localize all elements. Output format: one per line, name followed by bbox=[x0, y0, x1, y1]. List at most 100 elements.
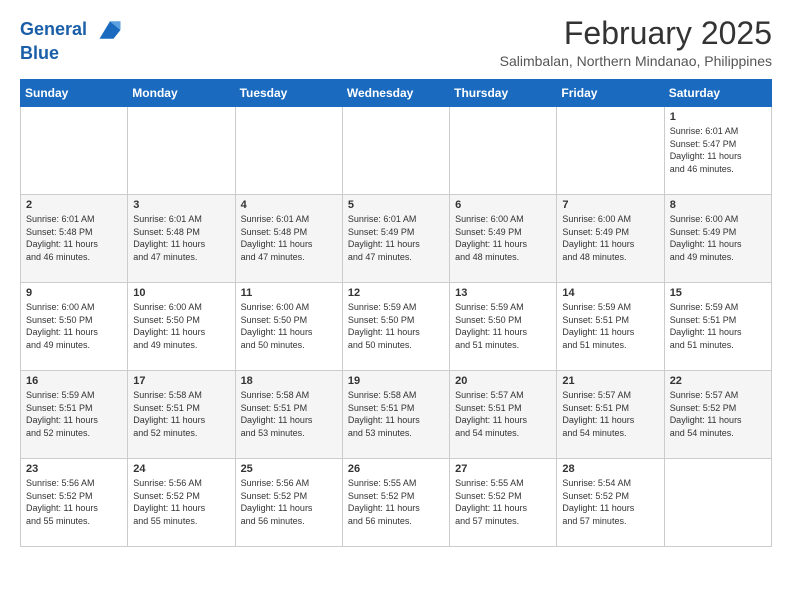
day-number: 18 bbox=[241, 375, 337, 387]
day-number: 3 bbox=[133, 199, 229, 211]
week-row-2: 2 Sunrise: 6:01 AMSunset: 5:48 PMDaylight… bbox=[21, 195, 772, 283]
day-info: Sunrise: 5:56 AMSunset: 5:52 PMDaylight:… bbox=[241, 477, 337, 527]
day-info: Sunrise: 5:55 AMSunset: 5:52 PMDaylight:… bbox=[348, 477, 444, 527]
day-info: Sunrise: 6:00 AMSunset: 5:49 PMDaylight:… bbox=[670, 213, 766, 263]
day-cell: 1 Sunrise: 6:01 AMSunset: 5:47 PMDaylight… bbox=[664, 107, 771, 195]
day-cell: 17 Sunrise: 5:58 AMSunset: 5:51 PMDayligh… bbox=[128, 371, 235, 459]
day-info: Sunrise: 5:59 AMSunset: 5:50 PMDaylight:… bbox=[348, 301, 444, 351]
day-cell bbox=[557, 107, 664, 195]
day-number: 21 bbox=[562, 375, 658, 387]
day-info: Sunrise: 5:59 AMSunset: 5:51 PMDaylight:… bbox=[562, 301, 658, 351]
col-header-sunday: Sunday bbox=[21, 80, 128, 107]
day-info: Sunrise: 6:01 AMSunset: 5:47 PMDaylight:… bbox=[670, 125, 766, 175]
day-cell bbox=[21, 107, 128, 195]
day-cell: 21 Sunrise: 5:57 AMSunset: 5:51 PMDayligh… bbox=[557, 371, 664, 459]
logo-general: General bbox=[20, 19, 87, 39]
day-number: 13 bbox=[455, 287, 551, 299]
day-number: 2 bbox=[26, 199, 122, 211]
location: Salimbalan, Northern Mindanao, Philippin… bbox=[500, 53, 772, 69]
day-cell: 23Sunrise: 5:56 AMSunset: 5:52 PMDayligh… bbox=[21, 459, 128, 547]
day-cell: 24 Sunrise: 5:56 AMSunset: 5:52 PMDayligh… bbox=[128, 459, 235, 547]
day-info: Sunrise: 5:56 AMSunset: 5:52 PMDaylight:… bbox=[133, 477, 229, 527]
day-info: Sunrise: 6:00 AMSunset: 5:50 PMDaylight:… bbox=[133, 301, 229, 351]
day-number: 26 bbox=[348, 463, 444, 475]
day-info: Sunrise: 6:00 AMSunset: 5:49 PMDaylight:… bbox=[455, 213, 551, 263]
day-info: Sunrise: 5:56 AMSunset: 5:52 PMDaylight:… bbox=[26, 477, 122, 527]
logo: General Blue bbox=[20, 16, 124, 64]
day-number: 7 bbox=[562, 199, 658, 211]
day-number: 24 bbox=[133, 463, 229, 475]
day-info: Sunrise: 6:00 AMSunset: 5:50 PMDaylight:… bbox=[26, 301, 122, 351]
day-number: 6 bbox=[455, 199, 551, 211]
day-info: Sunrise: 5:54 AMSunset: 5:52 PMDaylight:… bbox=[562, 477, 658, 527]
calendar-header-row: SundayMondayTuesdayWednesdayThursdayFrid… bbox=[21, 80, 772, 107]
day-cell: 11Sunrise: 6:00 AMSunset: 5:50 PMDayligh… bbox=[235, 283, 342, 371]
day-cell: 20Sunrise: 5:57 AMSunset: 5:51 PMDayligh… bbox=[450, 371, 557, 459]
week-row-5: 23Sunrise: 5:56 AMSunset: 5:52 PMDayligh… bbox=[21, 459, 772, 547]
col-header-tuesday: Tuesday bbox=[235, 80, 342, 107]
day-cell: 7 Sunrise: 6:00 AMSunset: 5:49 PMDaylight… bbox=[557, 195, 664, 283]
day-cell: 6 Sunrise: 6:00 AMSunset: 5:49 PMDaylight… bbox=[450, 195, 557, 283]
logo-text: General bbox=[20, 16, 124, 44]
day-cell: 25 Sunrise: 5:56 AMSunset: 5:52 PMDayligh… bbox=[235, 459, 342, 547]
day-number: 25 bbox=[241, 463, 337, 475]
day-cell: 18 Sunrise: 5:58 AMSunset: 5:51 PMDayligh… bbox=[235, 371, 342, 459]
day-cell: 16Sunrise: 5:59 AMSunset: 5:51 PMDayligh… bbox=[21, 371, 128, 459]
day-info: Sunrise: 6:01 AMSunset: 5:48 PMDaylight:… bbox=[26, 213, 122, 263]
day-cell: 12 Sunrise: 5:59 AMSunset: 5:50 PMDayligh… bbox=[342, 283, 449, 371]
logo-blue: Blue bbox=[20, 44, 124, 64]
day-cell: 26 Sunrise: 5:55 AMSunset: 5:52 PMDayligh… bbox=[342, 459, 449, 547]
header: General Blue February 2025 Salimbalan, N… bbox=[20, 16, 772, 69]
day-cell: 9 Sunrise: 6:00 AMSunset: 5:50 PMDaylight… bbox=[21, 283, 128, 371]
day-number: 17 bbox=[133, 375, 229, 387]
day-number: 15 bbox=[670, 287, 766, 299]
month-year: February 2025 bbox=[500, 16, 772, 51]
page: General Blue February 2025 Salimbalan, N… bbox=[0, 0, 792, 563]
day-number: 5 bbox=[348, 199, 444, 211]
week-row-3: 9 Sunrise: 6:00 AMSunset: 5:50 PMDaylight… bbox=[21, 283, 772, 371]
day-cell: 28 Sunrise: 5:54 AMSunset: 5:52 PMDayligh… bbox=[557, 459, 664, 547]
day-cell: 13 Sunrise: 5:59 AMSunset: 5:50 PMDayligh… bbox=[450, 283, 557, 371]
day-cell bbox=[235, 107, 342, 195]
day-cell: 3 Sunrise: 6:01 AMSunset: 5:48 PMDaylight… bbox=[128, 195, 235, 283]
day-info: Sunrise: 5:58 AMSunset: 5:51 PMDaylight:… bbox=[241, 389, 337, 439]
day-number: 19 bbox=[348, 375, 444, 387]
day-info: Sunrise: 5:59 AMSunset: 5:50 PMDaylight:… bbox=[455, 301, 551, 351]
day-info: Sunrise: 6:00 AMSunset: 5:49 PMDaylight:… bbox=[562, 213, 658, 263]
day-cell: 19 Sunrise: 5:58 AMSunset: 5:51 PMDayligh… bbox=[342, 371, 449, 459]
day-info: Sunrise: 5:57 AMSunset: 5:52 PMDaylight:… bbox=[670, 389, 766, 439]
day-info: Sunrise: 6:00 AMSunset: 5:50 PMDaylight:… bbox=[241, 301, 337, 351]
day-number: 8 bbox=[670, 199, 766, 211]
day-number: 27 bbox=[455, 463, 551, 475]
day-cell bbox=[342, 107, 449, 195]
calendar: SundayMondayTuesdayWednesdayThursdayFrid… bbox=[20, 79, 772, 547]
day-cell: 10 Sunrise: 6:00 AMSunset: 5:50 PMDayligh… bbox=[128, 283, 235, 371]
day-number: 9 bbox=[26, 287, 122, 299]
day-info: Sunrise: 6:01 AMSunset: 5:48 PMDaylight:… bbox=[133, 213, 229, 263]
day-number: 28 bbox=[562, 463, 658, 475]
day-cell: 5Sunrise: 6:01 AMSunset: 5:49 PMDaylight… bbox=[342, 195, 449, 283]
col-header-friday: Friday bbox=[557, 80, 664, 107]
day-number: 20 bbox=[455, 375, 551, 387]
day-cell bbox=[450, 107, 557, 195]
week-row-4: 16Sunrise: 5:59 AMSunset: 5:51 PMDayligh… bbox=[21, 371, 772, 459]
col-header-thursday: Thursday bbox=[450, 80, 557, 107]
day-cell: 27 Sunrise: 5:55 AMSunset: 5:52 PMDayligh… bbox=[450, 459, 557, 547]
day-cell: 4Sunrise: 6:01 AMSunset: 5:48 PMDaylight… bbox=[235, 195, 342, 283]
day-cell: 14Sunrise: 5:59 AMSunset: 5:51 PMDayligh… bbox=[557, 283, 664, 371]
day-number: 10 bbox=[133, 287, 229, 299]
day-info: Sunrise: 5:58 AMSunset: 5:51 PMDaylight:… bbox=[133, 389, 229, 439]
day-info: Sunrise: 6:01 AMSunset: 5:48 PMDaylight:… bbox=[241, 213, 337, 263]
day-info: Sunrise: 5:58 AMSunset: 5:51 PMDaylight:… bbox=[348, 389, 444, 439]
col-header-monday: Monday bbox=[128, 80, 235, 107]
day-info: Sunrise: 5:55 AMSunset: 5:52 PMDaylight:… bbox=[455, 477, 551, 527]
day-cell: 8 Sunrise: 6:00 AMSunset: 5:49 PMDaylight… bbox=[664, 195, 771, 283]
day-cell bbox=[664, 459, 771, 547]
day-number: 1 bbox=[670, 111, 766, 123]
day-info: Sunrise: 5:57 AMSunset: 5:51 PMDaylight:… bbox=[562, 389, 658, 439]
day-info: Sunrise: 5:59 AMSunset: 5:51 PMDaylight:… bbox=[26, 389, 122, 439]
day-number: 12 bbox=[348, 287, 444, 299]
week-row-1: 1 Sunrise: 6:01 AMSunset: 5:47 PMDaylight… bbox=[21, 107, 772, 195]
day-number: 22 bbox=[670, 375, 766, 387]
day-cell bbox=[128, 107, 235, 195]
